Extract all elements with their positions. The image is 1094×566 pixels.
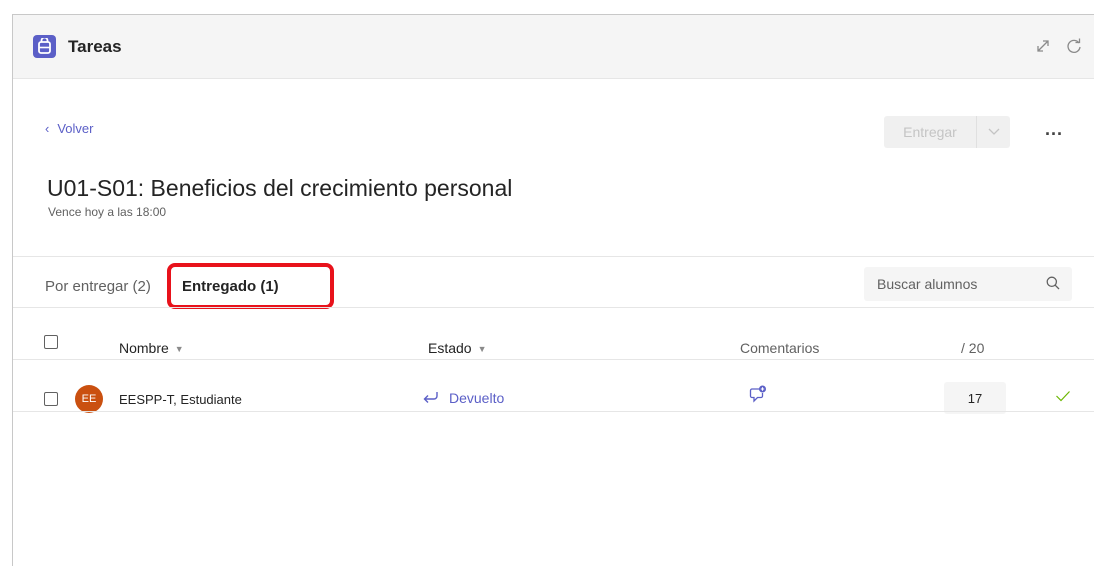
column-header-comments: Comentarios — [740, 340, 820, 356]
submit-button[interactable]: Entregar — [884, 116, 976, 148]
page-title: U01-S01: Beneficios del crecimiento pers… — [47, 175, 513, 201]
back-link[interactable]: ‹ Volver — [45, 121, 93, 136]
title-bar: Tareas — [13, 15, 1094, 79]
divider — [13, 359, 1094, 360]
search-icon[interactable] — [1046, 276, 1060, 295]
app-window: Tareas ‹ Volver Entregar ... U01-S01: Be… — [12, 14, 1094, 566]
due-date: Vence hoy a las 18:00 — [48, 205, 167, 219]
column-header-status-label: Estado — [428, 340, 472, 356]
search-box — [864, 267, 1072, 301]
search-input[interactable] — [864, 276, 1034, 292]
divider — [13, 256, 1094, 257]
divider — [13, 411, 1094, 412]
chevron-left-icon: ‹ — [45, 121, 50, 136]
status-label: Devuelto — [449, 390, 505, 406]
student-name[interactable]: EESPP-T, Estudiante — [119, 392, 242, 407]
app-title: Tareas — [68, 37, 122, 56]
avatar: EE — [75, 385, 103, 413]
column-header-status[interactable]: Estado ▼ — [428, 340, 487, 356]
submit-button-group: Entregar — [884, 116, 1010, 148]
back-label: Volver — [57, 121, 94, 136]
column-header-points: / 20 — [961, 340, 985, 356]
tab-pending[interactable]: Por entregar (2) — [45, 278, 151, 295]
more-options-button[interactable]: ... — [1045, 119, 1063, 140]
assignments-icon — [33, 35, 56, 58]
sort-down-icon: ▼ — [477, 344, 487, 354]
add-comment-icon[interactable] — [749, 385, 767, 408]
divider — [13, 307, 1094, 308]
status-returned[interactable]: Devuelto — [423, 390, 504, 406]
expand-icon[interactable] — [1034, 37, 1054, 57]
column-header-name[interactable]: Nombre ▼ — [119, 340, 184, 356]
grade-input[interactable]: 17 — [944, 382, 1006, 414]
chevron-down-icon[interactable] — [976, 116, 1010, 148]
row-checkbox[interactable] — [44, 392, 58, 406]
checkmark-icon — [1055, 389, 1071, 407]
highlight-annotation — [167, 263, 334, 309]
select-all-checkbox[interactable] — [44, 335, 58, 349]
sort-down-icon: ▼ — [174, 344, 184, 354]
refresh-icon[interactable] — [1065, 37, 1085, 57]
column-header-name-label: Nombre — [119, 340, 169, 356]
return-arrow-icon — [423, 390, 439, 406]
